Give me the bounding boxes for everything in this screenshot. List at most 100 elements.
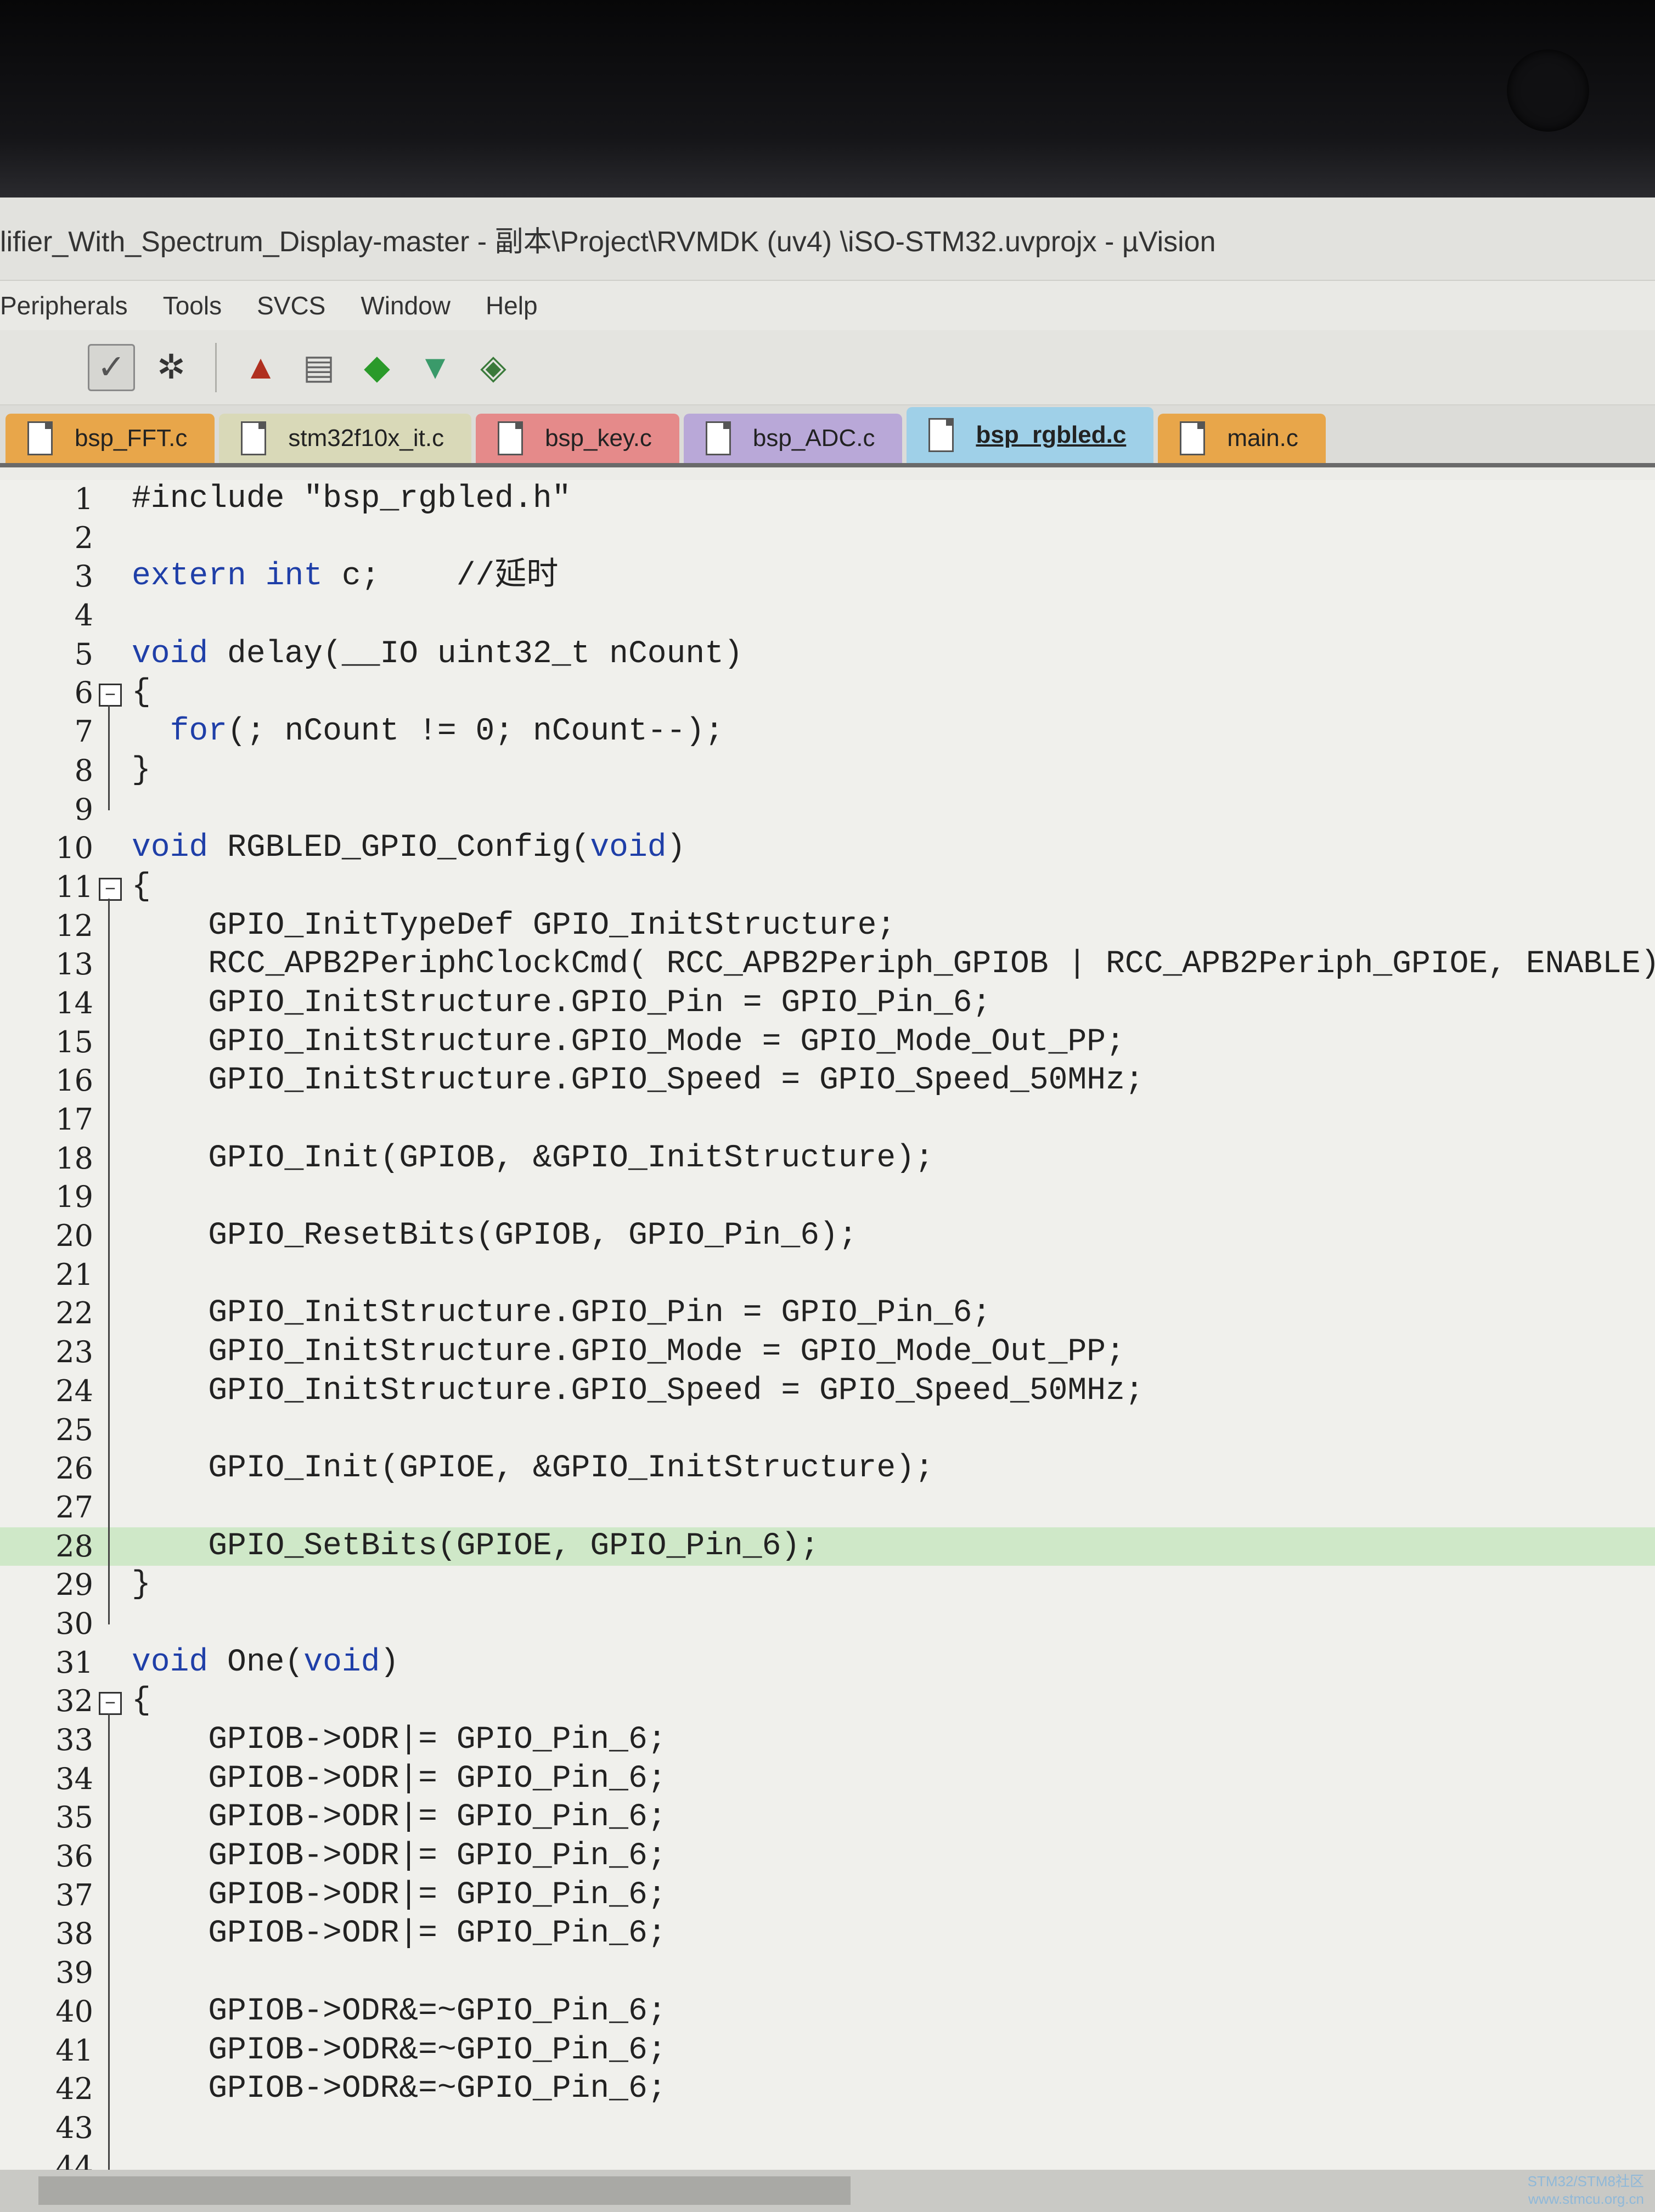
code-line[interactable]: 34 GPIOB->ODR|= GPIO_Pin_6; [0, 1760, 1655, 1799]
code-line[interactable]: 37 GPIOB->ODR|= GPIO_Pin_6; [0, 1876, 1655, 1915]
code-text: void delay(__IO uint32_t nCount) [132, 636, 743, 672]
line-number: 43 [55, 2110, 93, 2145]
code-line[interactable]: 42 GPIOB->ODR&=~GPIO_Pin_6; [0, 2070, 1655, 2109]
menu-help[interactable]: Help [486, 291, 538, 320]
line-number: 23 [55, 1335, 93, 1370]
code-line[interactable]: 14 GPIO_InitStructure.GPIO_Pin = GPIO_Pi… [0, 984, 1655, 1023]
code-line[interactable]: 7 for(; nCount != 0; nCount--); [0, 713, 1655, 752]
menu-window[interactable]: Window [361, 291, 451, 320]
camera-lens [1507, 49, 1589, 132]
line-number: 21 [55, 1257, 93, 1292]
code-line[interactable]: 8} [0, 752, 1655, 791]
code-line[interactable]: 18 GPIO_Init(GPIOB, &GPIO_InitStructure)… [0, 1139, 1655, 1178]
code-line[interactable]: 20 GPIO_ResetBits(GPIOB, GPIO_Pin_6); [0, 1217, 1655, 1256]
code-line[interactable]: 33 GPIOB->ODR|= GPIO_Pin_6; [0, 1721, 1655, 1760]
code-line[interactable]: 13 RCC_APB2PeriphClockCmd( RCC_APB2Perip… [0, 945, 1655, 984]
code-line[interactable]: 31 void One(void) [0, 1644, 1655, 1683]
code-text: { [132, 1683, 151, 1719]
code-line[interactable]: 15 GPIO_InitStructure.GPIO_Mode = GPIO_M… [0, 1023, 1655, 1062]
load-download-button[interactable]: ▲ [239, 346, 283, 390]
code-line[interactable]: 29} [0, 1566, 1655, 1605]
tab-label: bsp_rgbled.c [976, 421, 1127, 448]
code-text: for(; nCount != 0; nCount--); [170, 714, 724, 750]
line-number: 18 [55, 1141, 93, 1176]
code-line[interactable]: 43 [0, 2109, 1655, 2148]
code-text: GPIO_InitStructure.GPIO_Speed = GPIO_Spe… [132, 1373, 1144, 1409]
check-box-button[interactable]: ✓ [88, 343, 135, 391]
title-bar: lifier_With_Spectrum_Display-master - 副本… [0, 198, 1655, 281]
line-number: 8 [74, 753, 93, 788]
code-line[interactable]: 32−{ [0, 1682, 1655, 1721]
line-number: 1 [74, 482, 93, 516]
code-line[interactable]: 21 [0, 1256, 1655, 1295]
monitor-bezel [0, 0, 1655, 198]
code-line[interactable]: 36 GPIOB->ODR|= GPIO_Pin_6; [0, 1837, 1655, 1876]
line-number: 30 [55, 1606, 93, 1641]
magic-wand-button[interactable]: ✲ [149, 346, 193, 390]
stack-windows-icon: ▤ [302, 348, 335, 386]
tab-bsp-adc-c[interactable]: bsp_ADC.c [683, 414, 903, 463]
code-line[interactable]: 12 GPIO_InitTypeDef GPIO_InitStructure; [0, 907, 1655, 946]
code-line[interactable]: 6−{ [0, 674, 1655, 713]
line-number: 6 [74, 675, 93, 710]
menu-peripherals[interactable]: Peripherals [0, 291, 128, 320]
code-line[interactable]: 3 extern int c; //延时 [0, 557, 1655, 596]
stack-windows-button[interactable]: ▤ [297, 346, 341, 390]
line-number: 34 [55, 1761, 93, 1796]
code-line[interactable]: 38 GPIOB->ODR|= GPIO_Pin_6; [0, 1915, 1655, 1954]
code-line[interactable]: 9 [0, 791, 1655, 830]
menu-tools[interactable]: Tools [163, 291, 222, 320]
chip-button[interactable]: ◈ [471, 346, 515, 390]
code-line[interactable]: 1 #include "bsp_rgbled.h" [0, 480, 1655, 519]
code-line[interactable]: 28 GPIO_SetBits(GPIOE, GPIO_Pin_6); [0, 1527, 1655, 1566]
code-line[interactable]: 4 [0, 596, 1655, 635]
code-line[interactable]: 23 GPIO_InitStructure.GPIO_Mode = GPIO_M… [0, 1333, 1655, 1372]
code-text: GPIOB->ODR|= GPIO_Pin_6; [132, 1760, 667, 1797]
code-line[interactable]: 24 GPIO_InitStructure.GPIO_Speed = GPIO_… [0, 1372, 1655, 1411]
uvision-window: lifier_With_Spectrum_Display-master - 副本… [0, 198, 1655, 2212]
code-line[interactable]: 22 GPIO_InitStructure.GPIO_Pin = GPIO_Pi… [0, 1294, 1655, 1333]
tab-bsp-rgbled-c[interactable]: bsp_rgbled.c [907, 407, 1154, 463]
code-line[interactable]: 44 [0, 2148, 1655, 2170]
line-number: 22 [55, 1296, 93, 1331]
code-line[interactable]: 27 [0, 1488, 1655, 1527]
watermark: STM32/STM8社区 www.stmcu.org.cn [1528, 2170, 1644, 2208]
fold-collapse-icon[interactable]: − [99, 877, 122, 901]
horizontal-scrollbar[interactable] [0, 2170, 1655, 2212]
file-icon [27, 421, 53, 455]
code-line[interactable]: 16 GPIO_InitStructure.GPIO_Speed = GPIO_… [0, 1062, 1655, 1101]
green-diamond-button[interactable]: ◆ [355, 346, 399, 390]
code-line[interactable]: 39 [0, 1954, 1655, 1993]
fold-rail [108, 704, 110, 810]
code-text: void One(void) [132, 1644, 399, 1680]
menu-svcs[interactable]: SVCS [257, 291, 325, 320]
code-line[interactable]: 2 [0, 519, 1655, 558]
code-line[interactable]: 40 GPIOB->ODR&=~GPIO_Pin_6; [0, 1993, 1655, 2032]
code-line[interactable]: 25 [0, 1411, 1655, 1450]
tab-main-c[interactable]: main.c [1158, 414, 1326, 463]
tab-label: bsp_key.c [545, 425, 652, 452]
fold-collapse-icon[interactable]: − [99, 684, 122, 707]
toolbar: ✓ ✲ ▲ ▤ ◆ ▼ ◈ [0, 330, 1655, 405]
code-editor[interactable]: 1 #include "bsp_rgbled.h" 2 3 extern int c; … [0, 480, 1655, 2170]
code-line[interactable]: 26 GPIO_Init(GPIOE, &GPIO_InitStructure)… [0, 1449, 1655, 1488]
funnel-button[interactable]: ▼ [413, 346, 457, 390]
code-text: { [132, 868, 151, 905]
code-line[interactable]: 11−{ [0, 868, 1655, 907]
line-number: 14 [55, 985, 93, 1020]
fold-collapse-icon[interactable]: − [99, 1692, 122, 1716]
scrollbar-thumb[interactable] [38, 2176, 851, 2205]
tab-bsp-key-c[interactable]: bsp_key.c [476, 414, 679, 463]
tab-bsp-fft-c[interactable]: bsp_FFT.c [5, 414, 215, 463]
file-icon [705, 421, 731, 455]
line-number: 38 [55, 1916, 93, 1951]
file-icon [928, 418, 954, 452]
tab-stm32f10x-it-c[interactable]: stm32f10x_it.c [219, 414, 472, 463]
code-line[interactable]: 19 [0, 1178, 1655, 1217]
code-line[interactable]: 41 GPIOB->ODR&=~GPIO_Pin_6; [0, 2032, 1655, 2070]
code-line[interactable]: 10 void RGBLED_GPIO_Config(void) [0, 829, 1655, 868]
code-line[interactable]: 30 [0, 1605, 1655, 1644]
code-line[interactable]: 35 GPIOB->ODR|= GPIO_Pin_6; [0, 1798, 1655, 1837]
code-line[interactable]: 17 [0, 1101, 1655, 1139]
code-line[interactable]: 5 void delay(__IO uint32_t nCount) [0, 635, 1655, 674]
